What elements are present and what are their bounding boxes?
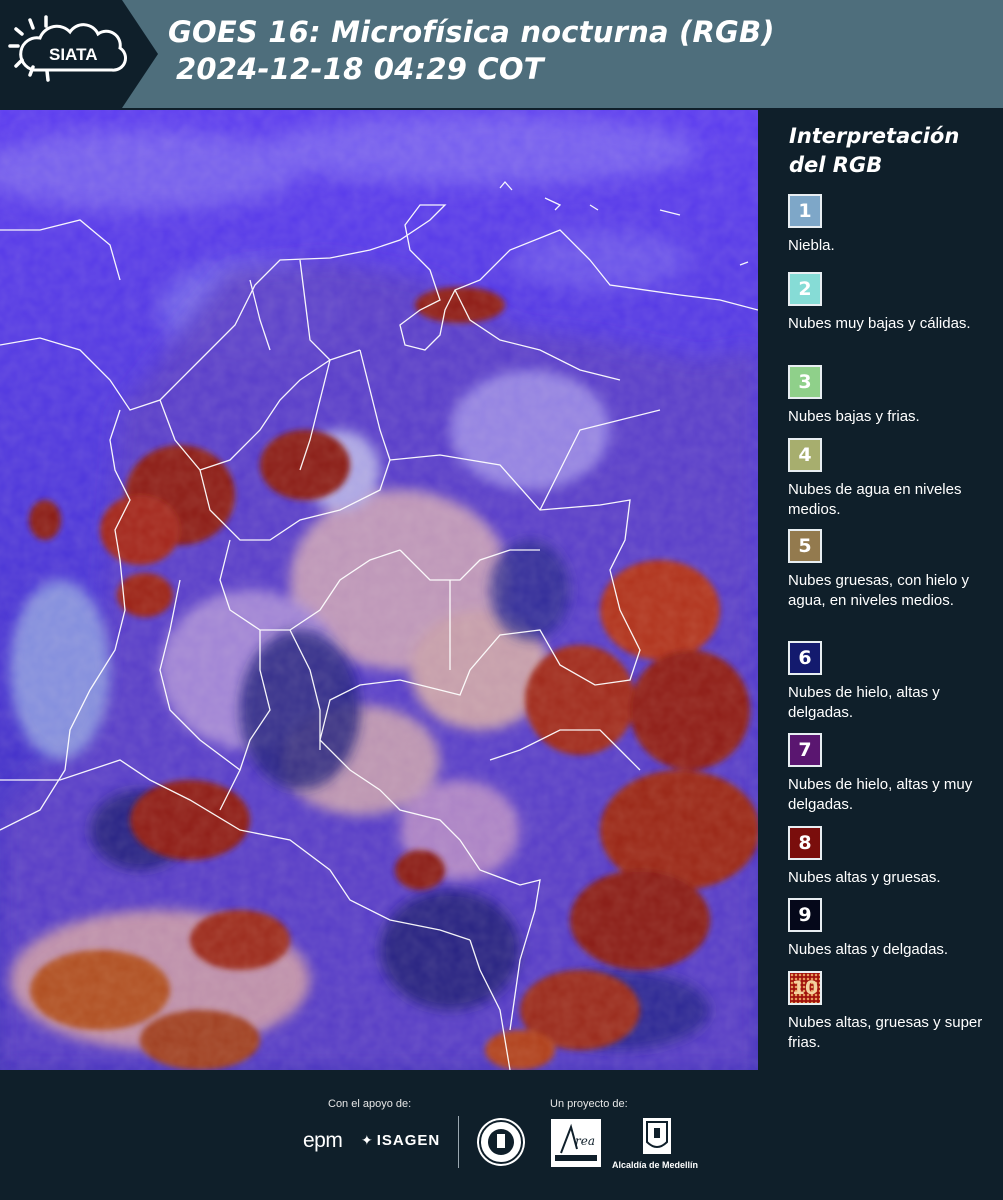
legend-desc: Nubes de agua en niveles medios. [788, 481, 962, 518]
legend-swatch: 10 [788, 971, 822, 1005]
legend-item-10: 10 Nubes altas, gruesas y super frias. [788, 971, 988, 1053]
project-label: Un proyecto de: [550, 1098, 628, 1110]
siata-logo: SIATA [0, 0, 158, 108]
isagen-mark-icon: ✦ [361, 1132, 374, 1148]
header-banner: SIATA GOES 16: Microfísica nocturna (RGB… [0, 0, 1003, 108]
legend-item-2: 2 Nubes muy bajas y cálidas. [788, 272, 988, 334]
legend-desc: Niebla. [788, 237, 835, 254]
legend-desc: Nubes de hielo, altas y delgadas. [788, 684, 940, 721]
legend-desc: Nubes muy bajas y cálidas. [788, 315, 971, 332]
legend-item-4: 4 Nubes de agua en niveles medios. [788, 438, 988, 520]
legend-swatch: 9 [788, 898, 822, 932]
legend-item-1: 1 Niebla. [788, 194, 988, 256]
legend-item-8: 8 Nubes altas y gruesas. [788, 826, 988, 888]
title-line-2: 2024-12-18 04:29 COT [176, 52, 544, 86]
isagen-logo: ✦ ISAGEN [361, 1132, 440, 1149]
legend-item-9: 9 Nubes altas y delgadas. [788, 898, 988, 960]
legend-item-3: 3 Nubes bajas y frias. [788, 365, 988, 427]
legend-swatch: 7 [788, 733, 822, 767]
legend-swatch: 6 [788, 641, 822, 675]
legend-item-6: 6 Nubes de hielo, altas y delgadas. [788, 641, 988, 723]
legend-swatch: 1 [788, 194, 822, 228]
page-title: GOES 16: Microfísica nocturna (RGB) 2024… [168, 14, 775, 88]
legend-desc: Nubes bajas y frias. [788, 408, 920, 425]
legend-desc: Nubes altas, gruesas y super frias. [788, 1014, 983, 1051]
legend-desc: Nubes altas y gruesas. [788, 869, 941, 886]
svg-text:rea: rea [575, 1134, 595, 1148]
legend-item-5: 5 Nubes gruesas, con hielo y agua, en ni… [788, 529, 988, 611]
legend-swatch: 4 [788, 438, 822, 472]
legend-desc: Nubes de hielo, altas y muy delgadas. [788, 776, 973, 813]
siata-logo-text: SIATA [49, 45, 97, 64]
satellite-rgb-map [0, 110, 758, 1070]
medellin-seal-icon [477, 1118, 525, 1166]
legend-desc: Nubes altas y delgadas. [788, 941, 949, 958]
footer-divider [458, 1116, 459, 1168]
legend-swatch: 2 [788, 272, 822, 306]
alcaldia-label: Alcaldía de Medellín [612, 1160, 699, 1170]
legend-swatch: 3 [788, 365, 822, 399]
legend-title: Interpretación del RGB [789, 124, 960, 177]
legend-item-7: 7 Nubes de hielo, altas y muy delgadas. [788, 733, 988, 815]
support-label: Con el apoyo de: [328, 1098, 412, 1110]
isagen-label: ISAGEN [376, 1132, 441, 1149]
footer-sponsors: Con el apoyo de: Un proyecto de: epm ✦ IS… [0, 1072, 1003, 1200]
epm-logo: epm [303, 1129, 343, 1152]
legend-panel: Interpretación del RGB 1 Niebla. 2 Nubes… [760, 110, 1003, 1070]
title-line-1: GOES 16: Microfísica nocturna (RGB) [168, 15, 775, 49]
legend-desc: Nubes gruesas, con hielo y agua, en nive… [788, 572, 969, 609]
legend-swatch: 8 [788, 826, 822, 860]
legend-swatch: 5 [788, 529, 822, 563]
alcaldia-shield-icon [643, 1118, 671, 1154]
area-metropolitana-logo: rea [551, 1119, 601, 1167]
